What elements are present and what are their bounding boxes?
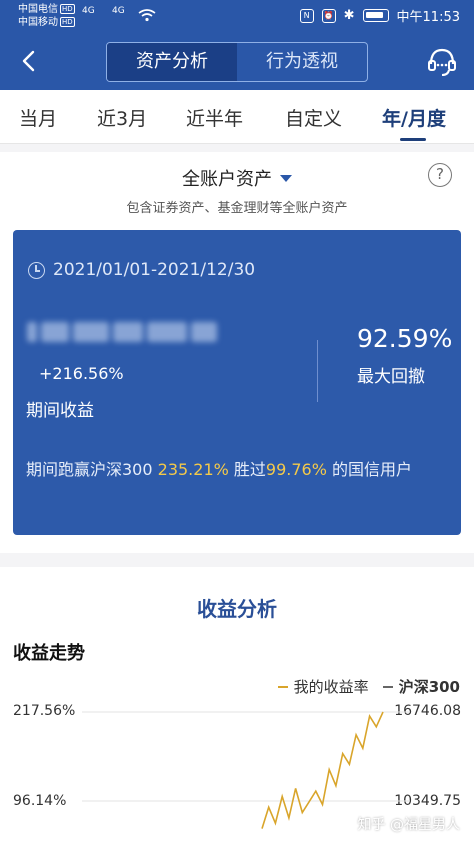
tab-current-month[interactable]: 当月 <box>19 104 57 131</box>
watermark: 知乎 @福星男人 <box>357 817 460 833</box>
segment-control: 资产分析 行为透视 <box>106 42 368 82</box>
legend-index: 沪深300 <box>398 678 460 696</box>
segment-asset-analysis[interactable]: 资产分析 <box>107 43 237 81</box>
status-bar: 中国电信 HD 中国移动 HD 4G 4G N ⏰ ✱ 中午11:53 <box>0 0 474 34</box>
divider <box>0 144 474 152</box>
max-drawdown-value: 92.59% <box>357 324 453 353</box>
legend-index-swatch <box>382 685 393 688</box>
beat-suffix: 的国信用户 <box>326 460 413 479</box>
max-drawdown-label: 最大回撤 <box>357 367 425 387</box>
benchmark-text: 期间跑赢沪深300 235.21% 胜过99.76% 的国信用户 <box>26 456 456 483</box>
tab-3-months[interactable]: 近3月 <box>97 104 147 131</box>
profit-percent: +216.56% <box>39 364 124 383</box>
back-icon[interactable] <box>14 44 44 78</box>
alarm-icon: ⏰ <box>321 8 336 23</box>
summary-card: 2021/01/01-2021/12/30 +216.56% 期间收益 92.5… <box>13 230 461 535</box>
clock-icon <box>28 262 45 279</box>
account-selector[interactable]: 全账户资产 <box>0 165 474 191</box>
blurred-amount <box>27 322 222 350</box>
section-title: 收益分析 <box>197 597 277 621</box>
app-header: 资产分析 行为透视 <box>0 34 474 90</box>
tab-custom[interactable]: 自定义 <box>285 104 342 131</box>
carrier-1: 中国电信 <box>18 4 58 15</box>
account-subtitle: 包含证券资产、基金理财等全账户资产 <box>126 201 348 216</box>
signal-icon: 4G <box>112 6 125 16</box>
clock-time: 中午11:53 <box>396 10 460 25</box>
trend-title: 收益走势 <box>13 643 85 664</box>
hd-badge: HD <box>60 17 75 27</box>
nfc-icon: N <box>299 8 314 23</box>
hd-badge: HD <box>60 4 75 14</box>
tab-half-year[interactable]: 近半年 <box>186 104 243 131</box>
legend-mine: 我的收益率 <box>293 678 369 696</box>
tab-year-month[interactable]: 年/月度 <box>382 104 446 131</box>
beat-rank: 99.76% <box>265 460 327 479</box>
chevron-down-icon <box>280 175 292 182</box>
beat-value: 235.21% <box>157 460 229 479</box>
card-divider <box>317 340 318 402</box>
account-title: 全账户资产 <box>182 169 272 190</box>
series-line-mine <box>261 711 384 829</box>
wifi-icon <box>138 9 156 22</box>
chart-legend: 我的收益率 沪深300 <box>277 676 460 697</box>
signal-icon: 4G <box>82 6 95 16</box>
beat-mid: 胜过 <box>228 460 266 479</box>
customer-service-icon[interactable] <box>424 44 460 80</box>
date-range: 2021/01/01-2021/12/30 <box>53 260 256 280</box>
beat-prefix: 期间跑赢沪深300 <box>26 460 158 479</box>
profit-label: 期间收益 <box>26 401 94 421</box>
segment-behavior-view[interactable]: 行为透视 <box>237 43 367 81</box>
carrier-2: 中国移动 <box>18 17 58 28</box>
tab-underline <box>400 138 426 141</box>
carrier-info: 中国电信 HD 中国移动 HD <box>18 3 75 29</box>
help-icon[interactable]: ? <box>428 163 452 187</box>
divider <box>0 553 474 567</box>
period-tabs: 当月 近3月 近半年 自定义 年/月度 <box>0 90 474 144</box>
battery-icon <box>362 9 389 22</box>
bluetooth-icon: ✱ <box>343 8 355 23</box>
legend-mine-swatch <box>277 685 288 688</box>
